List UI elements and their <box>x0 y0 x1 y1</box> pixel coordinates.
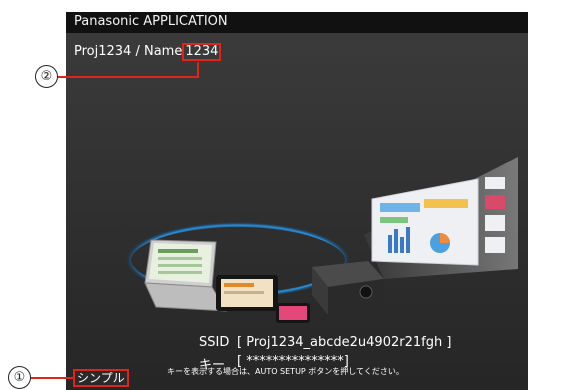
project-prefix: Proj1234 / Name <box>74 44 183 59</box>
laptop-graphic <box>144 239 227 312</box>
project-name-line: Proj1234 / Name 1234 <box>74 43 222 61</box>
mode-label: シンプル <box>73 369 129 387</box>
key-display-note: キーを表示する場合は、AUTO SETUP ボタンを押してください。 <box>167 367 404 376</box>
ssid-label: SSID <box>199 335 230 350</box>
tablet-graphic <box>216 275 278 311</box>
ssid-value: [ Proj1234_abcde2u4902r21fgh ] <box>237 335 452 350</box>
callout-2: ② <box>35 65 58 88</box>
callout-1-line <box>31 377 74 379</box>
projector-graphic <box>312 261 384 315</box>
callout-2-connector <box>197 62 199 77</box>
title-bar: Panasonic APPLICATION <box>66 12 528 33</box>
project-name-suffix: 1234 <box>182 43 222 61</box>
callout-1: ① <box>8 366 31 389</box>
projector-screen: Panasonic APPLICATION Proj1234 / Name 123… <box>66 12 528 390</box>
callout-2-line <box>58 76 199 78</box>
smartphone-graphic <box>276 303 310 323</box>
app-title: Panasonic APPLICATION <box>74 14 228 29</box>
devices-illustration <box>122 157 518 323</box>
